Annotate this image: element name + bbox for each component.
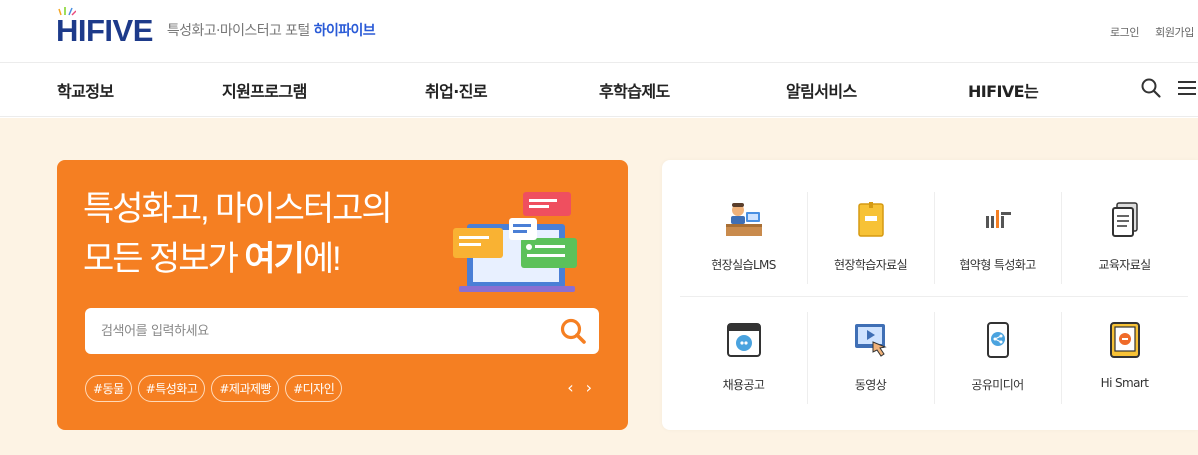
worker-desk-icon bbox=[725, 203, 762, 236]
quick-link-label: 동영상 bbox=[854, 378, 887, 392]
search-icon[interactable] bbox=[1140, 77, 1162, 99]
folder-icon bbox=[857, 202, 884, 237]
hero-section: 특성화고, 마이스터고의 모든 정보가 여기에! 검색어를 입력하세요 #동물 … bbox=[0, 118, 1198, 455]
quick-link-label: Hi Smart bbox=[1100, 376, 1149, 390]
nav-item-career[interactable]: 취업·진로 bbox=[425, 78, 488, 102]
quick-link-videos[interactable]: 동영상 bbox=[807, 308, 934, 420]
share-phone-icon bbox=[986, 322, 1009, 358]
quick-link-job-postings[interactable]: 채용공고 bbox=[680, 308, 807, 420]
hashtag-specialized-hs[interactable]: #특성화고 bbox=[137, 375, 206, 402]
quick-link-label: 공유미디어 bbox=[971, 378, 1024, 392]
quick-link-field-study-archive[interactable]: 현장학습자료실 bbox=[807, 188, 934, 300]
quick-link-label: 채용공고 bbox=[722, 378, 765, 392]
hashtag-design[interactable]: #디자인 bbox=[285, 375, 343, 402]
login-link[interactable]: 로그인 bbox=[1110, 24, 1140, 40]
nav-tools bbox=[1140, 77, 1198, 99]
quick-link-agreement-school[interactable]: 협약형 특성화고 bbox=[934, 188, 1061, 300]
quick-link-label: 현장학습자료실 bbox=[833, 258, 908, 272]
banner-search-input[interactable] bbox=[101, 308, 541, 354]
quick-links-row-1: 현장실습LMS 현장학습자료실 협약형 특성화고 교육자료실 bbox=[680, 188, 1188, 300]
nav-item-school-info[interactable]: 학교정보 bbox=[57, 78, 114, 102]
quick-links-panel: 현장실습LMS 현장학습자료실 협약형 특성화고 교육자료실 채용공고 동영상 … bbox=[662, 160, 1198, 430]
banner-pager: ‹ › bbox=[567, 378, 592, 397]
utility-links: 로그인 회원가입 bbox=[1110, 24, 1194, 40]
signup-link[interactable]: 회원가입 bbox=[1155, 24, 1194, 40]
logo-sparkle-icon bbox=[58, 7, 76, 16]
chat-bubbles-illustration bbox=[453, 192, 577, 292]
quick-link-hi-smart[interactable]: Hi Smart bbox=[1061, 308, 1188, 420]
quick-link-shared-media[interactable]: 공유미디어 bbox=[934, 308, 1061, 420]
logo-wordmark: HIFIVE bbox=[56, 7, 153, 48]
quick-link-education-archive[interactable]: 교육자료실 bbox=[1061, 188, 1188, 300]
quick-links-row-2: 채용공고 동영상 공유미디어 Hi Smart bbox=[680, 308, 1188, 420]
hamburger-menu-icon[interactable] bbox=[1176, 77, 1198, 99]
hashtag-animals[interactable]: #동물 bbox=[85, 375, 132, 402]
prev-arrow-icon[interactable]: ‹ bbox=[567, 378, 573, 397]
search-button-icon[interactable] bbox=[559, 317, 587, 345]
tablet-icon bbox=[1109, 322, 1140, 358]
headline-line-2: 모든 정보가 여기에! bbox=[83, 240, 342, 278]
hero-headline: 특성화고, 마이스터고의 모든 정보가 여기에! bbox=[83, 184, 393, 284]
job-search-icon bbox=[726, 323, 761, 357]
quick-links-divider bbox=[680, 296, 1188, 297]
quick-link-label: 교육자료실 bbox=[1098, 258, 1151, 272]
document-icon bbox=[1111, 202, 1138, 237]
tagline-brand: 하이파이브 bbox=[313, 23, 376, 39]
hero-banner: 특성화고, 마이스터고의 모든 정보가 여기에! 검색어를 입력하세요 #동물 … bbox=[57, 160, 628, 430]
main-nav: 학교정보 지원프로그램 취업·진로 후학습제도 알림서비스 HIFIVE는 bbox=[0, 62, 1198, 117]
nav-item-notifications[interactable]: 알림서비스 bbox=[786, 78, 857, 102]
banner-search-box bbox=[85, 308, 599, 354]
quick-link-label: 현장실습LMS bbox=[711, 258, 776, 272]
top-header: HIFIVE 특성화고·마이스터고 포털 하이파이브 로그인 회원가입 bbox=[0, 0, 1198, 62]
chart-bars-icon bbox=[985, 210, 1011, 228]
nav-item-continuing-education[interactable]: 후학습제도 bbox=[599, 78, 670, 102]
site-tagline: 특성화고·마이스터고 포털 하이파이브 bbox=[166, 23, 376, 39]
site-logo[interactable]: HIFIVE 특성화고·마이스터고 포털 하이파이브 bbox=[56, 7, 376, 48]
quick-link-field-training-lms[interactable]: 현장실습LMS bbox=[680, 188, 807, 300]
headline-line-1: 특성화고, 마이스터고의 bbox=[83, 190, 393, 228]
hashtag-list: #동물 #특성화고 #제과제빵 #디자인 bbox=[85, 375, 343, 402]
video-touch-icon bbox=[854, 324, 887, 357]
next-arrow-icon[interactable]: › bbox=[586, 378, 592, 397]
hashtag-baking[interactable]: #제과제빵 bbox=[211, 375, 280, 402]
quick-link-label: 협약형 특성화고 bbox=[959, 258, 1036, 272]
nav-item-support-programs[interactable]: 지원프로그램 bbox=[222, 78, 307, 102]
nav-item-about-hifive[interactable]: HIFIVE는 bbox=[968, 78, 1039, 102]
